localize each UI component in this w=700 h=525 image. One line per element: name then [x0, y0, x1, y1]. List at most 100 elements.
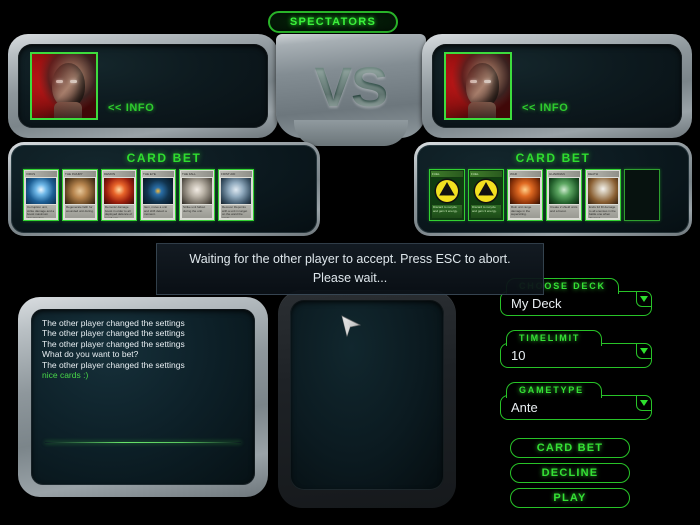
chat-message-list: The other player changed the settings The…	[42, 318, 247, 380]
card-thumb[interactable]: THE INJURY Regenerate faith for wounded u…	[62, 169, 98, 221]
card-list-right: FUEL Discard to recycle and gain 3 energy…	[429, 169, 660, 221]
player-portrait-icon-left[interactable]	[30, 52, 98, 120]
chevron-down-icon[interactable]	[636, 395, 652, 411]
card-thumb[interactable]: WAR Ruin unit range damage in the superst…	[507, 169, 543, 221]
card-description: Strike unit fallout during the unit.	[182, 205, 212, 218]
card-description: Discard to recycle and gain 3 energy.	[432, 205, 462, 218]
player-portrait-icon-right[interactable]	[444, 52, 512, 120]
timelimit-select[interactable]: 10	[500, 343, 652, 368]
chevron-down-icon[interactable]	[636, 343, 652, 359]
vs-label: VS	[276, 54, 426, 119]
game-screen: SPECTATORS << INFO VS << INFO CARD BET V…	[0, 0, 700, 525]
card-description: Regenerate faith for wounded unit during…	[65, 205, 95, 218]
card-bet-button-label: CARD BET	[536, 442, 604, 454]
card-art	[549, 178, 579, 204]
player-info-link-left[interactable]: << INFO	[108, 102, 154, 114]
gametype-select[interactable]: Ante	[500, 395, 652, 420]
card-title: FIRST AID	[220, 171, 252, 177]
chat-message: The other player changed the settings	[42, 338, 185, 349]
chat-input-divider	[45, 442, 241, 443]
card-title: WAR	[509, 171, 541, 177]
card-bet-right-screen: CARD BET FUEL Discard to recycle and gain…	[417, 145, 689, 233]
waiting-dialog-line2: Please wait...	[312, 271, 388, 285]
card-title: DEATH	[587, 171, 619, 177]
card-art	[182, 178, 212, 204]
chevron-down-icon[interactable]	[636, 291, 652, 307]
card-description: Recover lifepoints with a unit in target…	[221, 205, 251, 218]
spectators-button[interactable]: SPECTATORS	[268, 11, 398, 33]
card-thumb[interactable]: GUARDIAN Create 2 shield units and a boos…	[546, 169, 582, 221]
card-description: Corruption unit, strike damage and a boo…	[26, 205, 56, 218]
card-thumb[interactable]: DEATH Ends 3d fill damage to all enemies …	[585, 169, 621, 221]
gametype-label: GAMETYPE	[506, 382, 602, 398]
card-bet-panel-left: CARD BET VIRUS Corruption unit, strike da…	[8, 142, 320, 236]
card-art	[510, 178, 540, 204]
card-bet-left-screen: CARD BET VIRUS Corruption unit, strike da…	[11, 145, 317, 233]
mouse-pointer-icon	[341, 315, 362, 338]
card-art	[588, 178, 618, 204]
chat-panel: The other player changed the settings The…	[18, 297, 268, 497]
portrait-red-light	[32, 54, 96, 118]
card-bet-panel-right: CARD BET FUEL Discard to recycle and gain…	[414, 142, 692, 236]
card-title: GUARDIAN	[548, 171, 580, 177]
card-art	[221, 178, 251, 204]
card-art	[104, 178, 134, 204]
card-bet-title-right: CARD BET	[515, 151, 591, 165]
decline-button-label: DECLINE	[541, 467, 599, 479]
card-thumb[interactable]: THE FALL Strike unit fallout during the u…	[179, 169, 215, 221]
play-button-label: PLAY	[553, 492, 587, 504]
chat-screen[interactable]: The other player changed the settings The…	[31, 309, 255, 485]
card-title: FUEL	[431, 171, 463, 177]
card-thumb[interactable]: THE EYE Item, move a unit and shift detec…	[140, 169, 176, 221]
spectators-label: SPECTATORS	[289, 16, 377, 28]
card-description: Demonic damage boost in order to all dep…	[104, 205, 134, 218]
card-title: THE EYE	[142, 171, 174, 177]
card-art	[143, 178, 173, 204]
card-description: Ruin unit range damage in the superstrin…	[510, 205, 540, 218]
card-list-left: VIRUS Corruption unit, strike damage and …	[23, 169, 254, 221]
chat-message: The other player changed the settings	[42, 359, 185, 370]
card-title: DEMON	[103, 171, 135, 177]
waiting-dialog-line1: Waiting for the other player to accept. …	[189, 252, 511, 266]
card-title: THE INJURY	[64, 171, 96, 177]
player-panel-left: << INFO	[8, 34, 278, 138]
card-bet-button[interactable]: CARD BET	[510, 438, 630, 458]
decline-button[interactable]: DECLINE	[510, 463, 630, 483]
card-bet-title-left: CARD BET	[126, 151, 202, 165]
player-panel-right-screen: << INFO	[432, 44, 682, 128]
vs-plate: VS	[276, 34, 426, 146]
card-art	[471, 178, 501, 204]
chat-message: What do you want to bet?	[42, 349, 139, 360]
card-description: Ends 3d fill damage to all enemies in th…	[588, 205, 618, 218]
center-panel	[278, 290, 456, 508]
timelimit-label: TIMELIMIT	[506, 330, 602, 346]
player-panel-left-screen: << INFO	[18, 44, 268, 128]
gametype-value: Ante	[511, 400, 538, 415]
card-slot-empty[interactable]	[624, 169, 660, 221]
card-thumb[interactable]: FIRST AID Recover lifepoints with a unit …	[218, 169, 254, 221]
choose-deck-value: My Deck	[511, 296, 562, 311]
card-art	[26, 178, 56, 204]
card-thumb[interactable]: DEMON Demonic damage boost in order to al…	[101, 169, 137, 221]
card-thumb[interactable]: FUEL Discard to recycle and gain 3 energy…	[468, 169, 504, 221]
portrait-red-light	[446, 54, 510, 118]
card-thumb[interactable]: VIRUS Corruption unit, strike damage and …	[23, 169, 59, 221]
waiting-dialog: Waiting for the other player to accept. …	[156, 243, 544, 295]
card-title: FUEL	[470, 171, 502, 177]
player-panel-right: << INFO	[422, 34, 692, 138]
player-info-link-right[interactable]: << INFO	[522, 102, 568, 114]
card-description: Create 2 shield units and a boost.	[549, 205, 579, 218]
card-title: THE FALL	[181, 171, 213, 177]
radiation-icon	[475, 180, 497, 202]
chat-message: nice cards :)	[42, 370, 89, 381]
chat-message: The other player changed the settings	[42, 318, 185, 328]
timelimit-value: 10	[511, 348, 526, 363]
card-description: Discard to recycle and gain 3 energy.	[471, 205, 501, 218]
card-thumb[interactable]: FUEL Discard to recycle and gain 3 energy…	[429, 169, 465, 221]
center-panel-screen	[290, 300, 444, 490]
card-art	[65, 178, 95, 204]
card-description: Item, move a unit and shift detect a mom…	[143, 205, 173, 218]
card-art	[432, 178, 462, 204]
play-button[interactable]: PLAY	[510, 488, 630, 508]
card-title: VIRUS	[25, 171, 57, 177]
